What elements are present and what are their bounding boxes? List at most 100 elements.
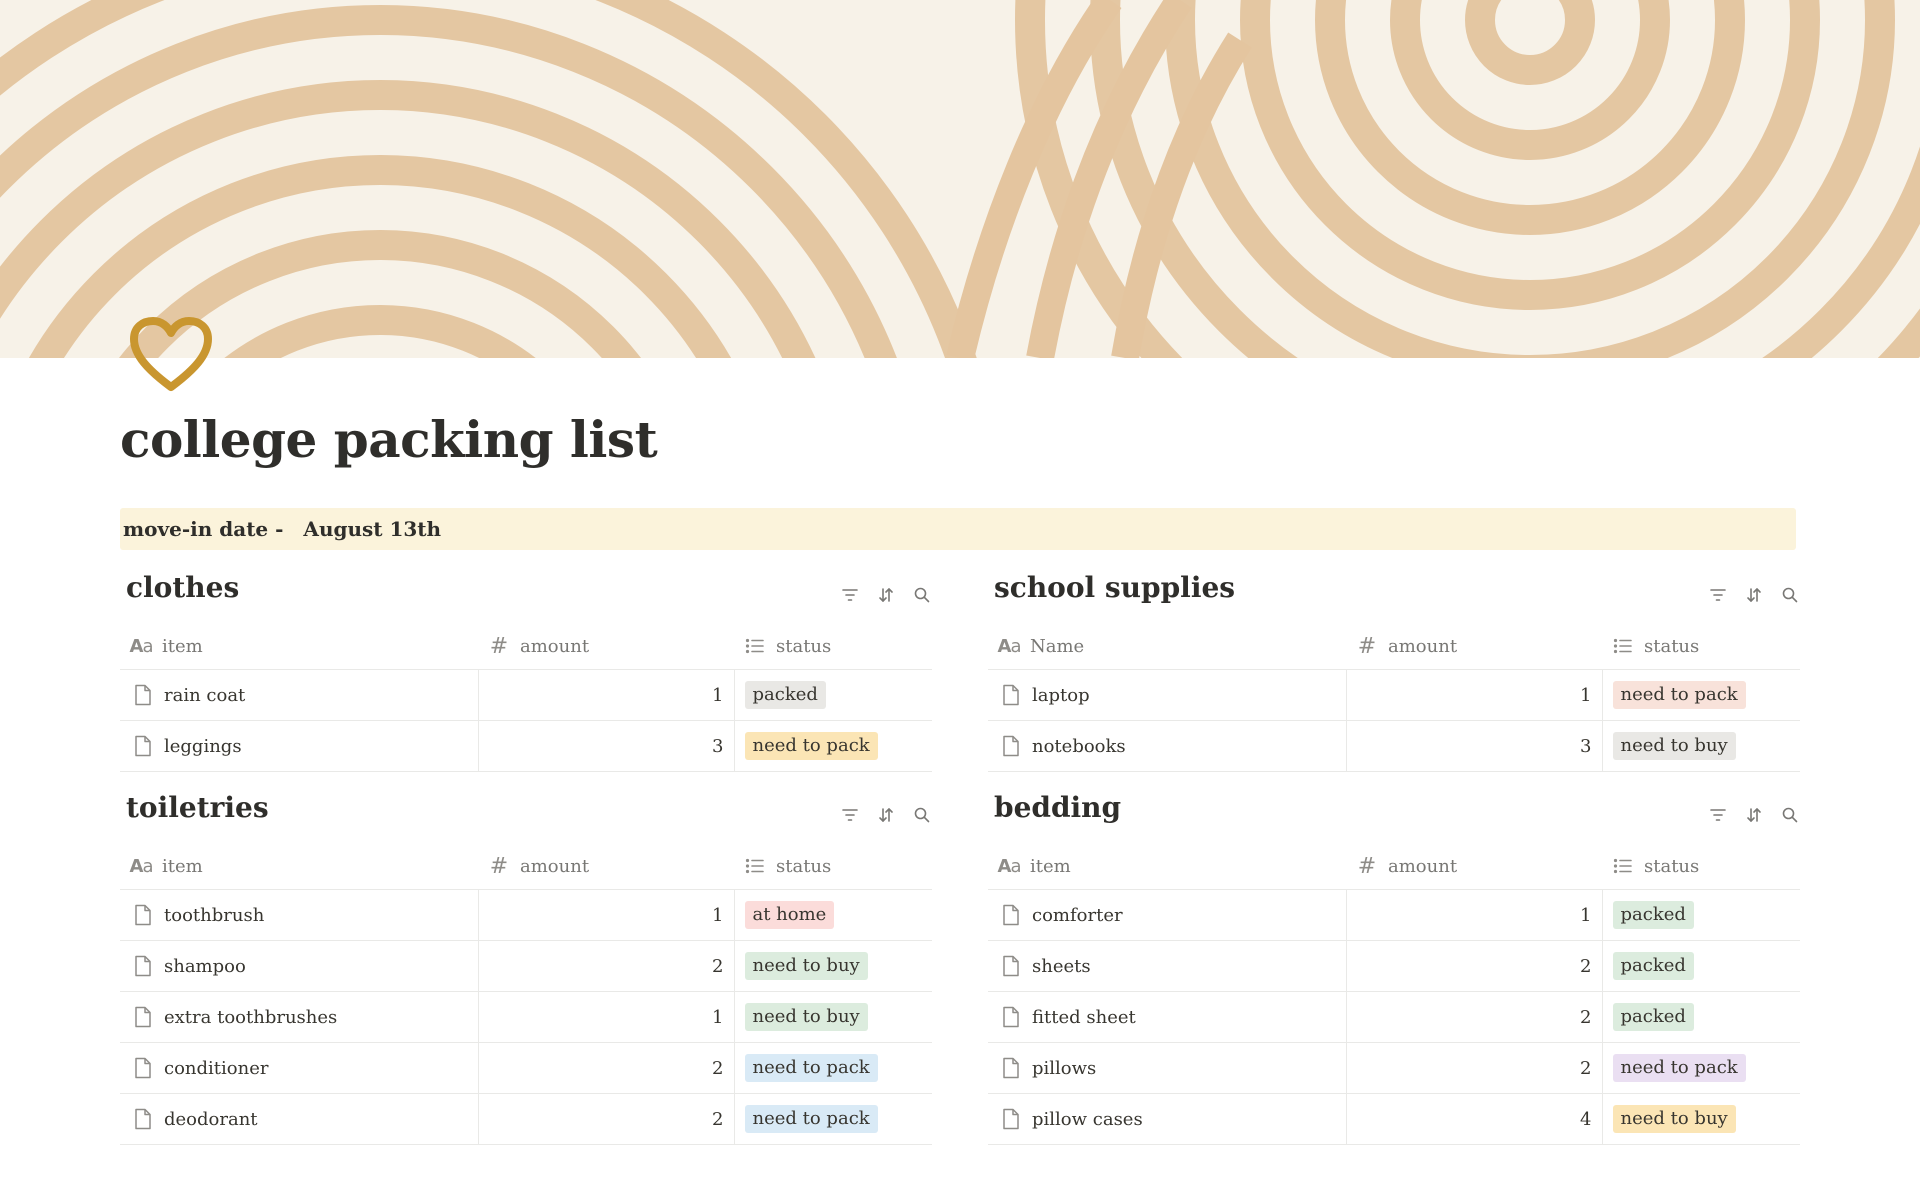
sort-icon[interactable]	[876, 585, 896, 605]
status-cell[interactable]: packed	[1601, 889, 1800, 941]
table-row[interactable]: shampoo 2 need to buy	[120, 940, 932, 992]
database-title[interactable]: clothes	[126, 571, 239, 604]
table-row[interactable]: laptop 1 need to pack	[988, 669, 1800, 721]
column-header-status[interactable]: status	[1602, 843, 1800, 890]
status-cell[interactable]: packed	[1601, 940, 1800, 992]
column-label: amount	[1388, 635, 1458, 657]
item-name: shampoo	[164, 955, 246, 977]
table-row[interactable]: conditioner 2 need to pack	[120, 1042, 932, 1094]
amount-cell[interactable]: 1	[477, 669, 734, 721]
column-header-amount[interactable]: # amount	[478, 623, 734, 670]
item-name: leggings	[164, 735, 242, 757]
status-cell[interactable]: need to pack	[733, 1042, 932, 1094]
column-label: amount	[520, 855, 590, 877]
search-icon[interactable]	[912, 585, 932, 605]
page-icon	[132, 683, 154, 707]
amount-cell[interactable]: 2	[1345, 991, 1602, 1043]
text-property-icon: Aa	[997, 855, 1022, 877]
status-cell[interactable]: need to buy	[1601, 1093, 1800, 1145]
item-cell[interactable]: sheets	[988, 940, 1346, 992]
amount-cell[interactable]: 2	[1345, 1042, 1602, 1094]
item-cell[interactable]: leggings	[120, 720, 478, 772]
table-row[interactable]: extra toothbrushes 1 need to buy	[120, 991, 932, 1043]
amount-cell[interactable]: 1	[477, 991, 734, 1043]
amount-cell[interactable]: 1	[1345, 669, 1602, 721]
move-in-callout[interactable]: move-in date - August 13th	[120, 508, 1796, 550]
status-cell[interactable]: packed	[1601, 991, 1800, 1043]
status-cell[interactable]: need to buy	[1601, 720, 1800, 772]
filter-icon[interactable]	[1708, 805, 1728, 825]
amount-cell[interactable]: 1	[477, 889, 734, 941]
column-header-amount[interactable]: # amount	[1346, 623, 1602, 670]
status-cell[interactable]: need to buy	[733, 991, 932, 1043]
table-header-row: Aa Name # amount status	[988, 623, 1800, 670]
amount-cell[interactable]: 4	[1345, 1093, 1602, 1145]
amount-cell[interactable]: 1	[1345, 889, 1602, 941]
status-cell[interactable]: need to buy	[733, 940, 932, 992]
item-cell[interactable]: notebooks	[988, 720, 1346, 772]
table-row[interactable]: notebooks 3 need to buy	[988, 720, 1800, 772]
column-header-status[interactable]: status	[734, 843, 932, 890]
table-row[interactable]: fitted sheet 2 packed	[988, 991, 1800, 1043]
item-cell[interactable]: deodorant	[120, 1093, 478, 1145]
table-row[interactable]: deodorant 2 need to pack	[120, 1093, 932, 1145]
item-cell[interactable]: extra toothbrushes	[120, 991, 478, 1043]
database-title[interactable]: bedding	[994, 791, 1121, 824]
status-cell[interactable]: need to pack	[1601, 669, 1800, 721]
table-row[interactable]: rain coat 1 packed	[120, 669, 932, 721]
search-icon[interactable]	[1780, 805, 1800, 825]
item-cell[interactable]: shampoo	[120, 940, 478, 992]
status-cell[interactable]: at home	[733, 889, 932, 941]
status-cell[interactable]: need to pack	[1601, 1042, 1800, 1094]
column-header-amount[interactable]: # amount	[1346, 843, 1602, 890]
table-row[interactable]: pillows 2 need to pack	[988, 1042, 1800, 1094]
item-cell[interactable]: pillow cases	[988, 1093, 1346, 1145]
sort-icon[interactable]	[876, 805, 896, 825]
filter-icon[interactable]	[1708, 585, 1728, 605]
status-tag: need to buy	[1612, 1105, 1736, 1133]
column-label: amount	[1388, 855, 1458, 877]
item-cell[interactable]: rain coat	[120, 669, 478, 721]
table-row[interactable]: pillow cases 4 need to buy	[988, 1093, 1800, 1145]
database-title[interactable]: school supplies	[994, 571, 1235, 604]
page-icon	[132, 1005, 154, 1029]
sort-icon[interactable]	[1744, 805, 1764, 825]
column-header-item[interactable]: Aa item	[120, 843, 478, 890]
callout-label: move-in date -	[123, 517, 284, 541]
column-header-item[interactable]: Aa item	[120, 623, 478, 670]
amount-cell[interactable]: 2	[477, 940, 734, 992]
table-row[interactable]: toothbrush 1 at home	[120, 889, 932, 941]
column-header-item[interactable]: Aa item	[988, 843, 1346, 890]
amount-cell[interactable]: 2	[1345, 940, 1602, 992]
filter-icon[interactable]	[840, 805, 860, 825]
heart-icon[interactable]	[128, 315, 214, 395]
column-label: amount	[520, 635, 590, 657]
item-cell[interactable]: pillows	[988, 1042, 1346, 1094]
table-row[interactable]: comforter 1 packed	[988, 889, 1800, 941]
search-icon[interactable]	[1780, 585, 1800, 605]
amount-cell[interactable]: 2	[477, 1093, 734, 1145]
search-icon[interactable]	[912, 805, 932, 825]
amount-cell[interactable]: 2	[477, 1042, 734, 1094]
item-cell[interactable]: toothbrush	[120, 889, 478, 941]
column-header-item[interactable]: Aa Name	[988, 623, 1346, 670]
item-cell[interactable]: fitted sheet	[988, 991, 1346, 1043]
item-cell[interactable]: conditioner	[120, 1042, 478, 1094]
database-toolbar	[1708, 585, 1800, 605]
status-cell[interactable]: need to pack	[733, 720, 932, 772]
column-header-status[interactable]: status	[734, 623, 932, 670]
column-header-amount[interactable]: # amount	[478, 843, 734, 890]
amount-cell[interactable]: 3	[477, 720, 734, 772]
filter-icon[interactable]	[840, 585, 860, 605]
status-cell[interactable]: need to pack	[733, 1093, 932, 1145]
item-cell[interactable]: comforter	[988, 889, 1346, 941]
item-cell[interactable]: laptop	[988, 669, 1346, 721]
status-cell[interactable]: packed	[733, 669, 932, 721]
sort-icon[interactable]	[1744, 585, 1764, 605]
database-title[interactable]: toiletries	[126, 791, 269, 824]
table-row[interactable]: sheets 2 packed	[988, 940, 1800, 992]
amount-cell[interactable]: 3	[1345, 720, 1602, 772]
column-header-status[interactable]: status	[1602, 623, 1800, 670]
table-row[interactable]: leggings 3 need to pack	[120, 720, 932, 772]
select-property-icon	[744, 855, 766, 877]
